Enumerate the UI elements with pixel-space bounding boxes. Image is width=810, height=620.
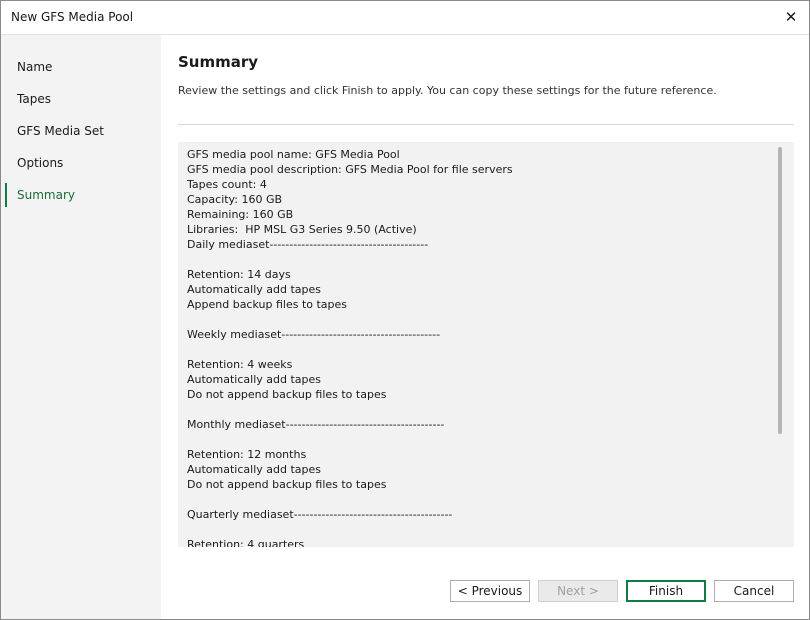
wizard-steps-sidebar: Name Tapes GFS Media Set Options Summary (1, 35, 161, 619)
next-button[interactable]: Next > (538, 580, 618, 602)
sidebar-item-label: Options (17, 156, 64, 170)
sidebar-item-label: GFS Media Set (17, 124, 104, 138)
scrollbar-thumb[interactable] (778, 147, 782, 434)
finish-button[interactable]: Finish (626, 580, 706, 602)
divider (178, 124, 794, 125)
sidebar-item-gfs-media-set[interactable]: GFS Media Set (5, 119, 161, 143)
sidebar-item-options[interactable]: Options (5, 151, 161, 175)
sidebar-item-tapes[interactable]: Tapes (5, 87, 161, 111)
sidebar-item-label: Summary (17, 188, 75, 202)
close-icon[interactable]: ✕ (779, 5, 803, 29)
title-bar: New GFS Media Pool ✕ (1, 1, 809, 35)
cancel-button[interactable]: Cancel (714, 580, 794, 602)
summary-text-area[interactable]: GFS media pool name: GFS Media Pool GFS … (178, 142, 794, 547)
sidebar-item-label: Tapes (17, 92, 51, 106)
page-description: Review the settings and click Finish to … (178, 84, 717, 97)
previous-button[interactable]: < Previous (450, 580, 530, 602)
sidebar-item-name[interactable]: Name (5, 55, 161, 79)
summary-text[interactable]: GFS media pool name: GFS Media Pool GFS … (187, 147, 767, 547)
window-title: New GFS Media Pool (11, 10, 134, 24)
sidebar-item-summary[interactable]: Summary (5, 183, 161, 207)
page-title: Summary (178, 53, 259, 71)
sidebar-item-label: Name (17, 60, 53, 74)
wizard-window: New GFS Media Pool ✕ Name Tapes GFS Medi… (0, 0, 810, 620)
main-content: Summary Review the settings and click Fi… (162, 35, 809, 619)
